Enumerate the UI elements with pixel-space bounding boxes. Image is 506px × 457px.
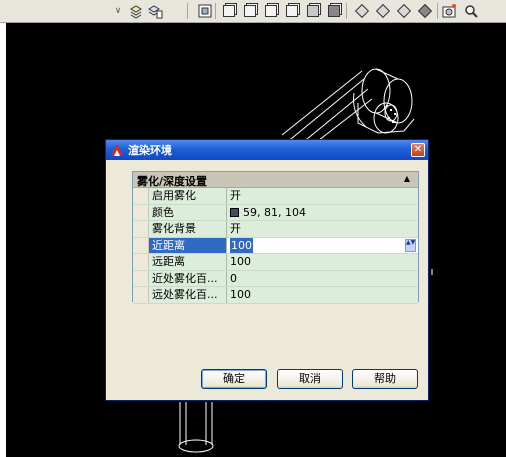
layer-icon[interactable]	[128, 3, 144, 19]
property-name: 雾化背景	[149, 221, 227, 237]
right-view-icon[interactable]	[284, 3, 300, 19]
app-logo-icon	[110, 143, 124, 157]
property-row-color[interactable]: 颜色 59, 81, 104	[133, 204, 418, 221]
property-row-far-distance[interactable]: 远距离 100	[133, 254, 418, 271]
ok-button[interactable]: 确定	[201, 369, 267, 389]
property-value[interactable]: 0	[227, 270, 418, 286]
collapse-icon[interactable]: ▲	[404, 174, 410, 183]
property-grid: 雾化/深度设置 ▲ 启用雾化 开 颜色 59, 81, 104 雾化背景 开 近…	[132, 171, 419, 304]
help-button[interactable]: 帮助	[352, 369, 418, 389]
color-swatch	[230, 207, 239, 217]
property-name: 启用雾化	[149, 188, 227, 204]
cancel-button[interactable]: 取消	[277, 369, 343, 389]
ne-iso-icon[interactable]	[396, 3, 412, 19]
property-value[interactable]: 开	[227, 221, 418, 237]
property-row-enable-fog[interactable]: 启用雾化 开	[133, 188, 418, 205]
top-view-icon[interactable]	[221, 3, 237, 19]
back-view-icon[interactable]	[326, 3, 342, 19]
property-row-near-fog-percent[interactable]: 近处雾化百... 0	[133, 270, 418, 287]
bottom-view-icon[interactable]	[242, 3, 258, 19]
property-name: 远处雾化百...	[149, 287, 227, 303]
property-value[interactable]: 100	[227, 287, 418, 303]
property-value[interactable]: 100	[227, 254, 418, 270]
property-row-near-distance[interactable]: 近距离 100 ▲▼	[133, 237, 418, 254]
camera-icon[interactable]	[441, 3, 457, 19]
close-button[interactable]: ✕	[411, 143, 425, 157]
nw-iso-icon[interactable]	[417, 3, 433, 19]
sw-iso-icon[interactable]	[354, 3, 370, 19]
property-name: 远距离	[149, 254, 227, 270]
dialog-titlebar[interactable]: 渲染环境 ✕	[106, 140, 428, 160]
layer-properties-icon[interactable]	[147, 3, 163, 19]
toolbar: ∨	[0, 0, 506, 23]
property-name: 近处雾化百...	[149, 270, 227, 286]
section-header[interactable]: 雾化/深度设置 ▲	[133, 172, 418, 188]
property-row-fog-background[interactable]: 雾化背景 开	[133, 221, 418, 238]
close-icon: ✕	[413, 144, 423, 155]
left-view-icon[interactable]	[263, 3, 279, 19]
dialog-title: 渲染环境	[128, 144, 172, 157]
property-rows: 启用雾化 开 颜色 59, 81, 104 雾化背景 开 近距离 100 ▲▼ …	[133, 188, 418, 304]
dropdown-arrow-icon[interactable]: ∨	[110, 3, 126, 19]
section-title: 雾化/深度设置	[137, 175, 208, 188]
property-value[interactable]: 59, 81, 104	[227, 204, 418, 220]
zoom-icon[interactable]	[463, 3, 479, 19]
property-name: 颜色	[149, 204, 227, 220]
property-value[interactable]: 开	[227, 188, 418, 204]
front-view-icon[interactable]	[305, 3, 321, 19]
property-name: 近距离	[149, 237, 227, 253]
se-iso-icon[interactable]	[375, 3, 391, 19]
near-distance-input[interactable]: 100 ▲▼	[227, 237, 418, 253]
property-row-far-fog-percent[interactable]: 远处雾化百... 100	[133, 287, 418, 304]
view-icon[interactable]	[197, 3, 213, 19]
render-environment-dialog: 渲染环境 ✕ 雾化/深度设置 ▲ 启用雾化 开 颜色 59, 81, 104 雾…	[105, 139, 429, 401]
spinner-arrows-icon[interactable]: ▲▼	[405, 238, 416, 252]
